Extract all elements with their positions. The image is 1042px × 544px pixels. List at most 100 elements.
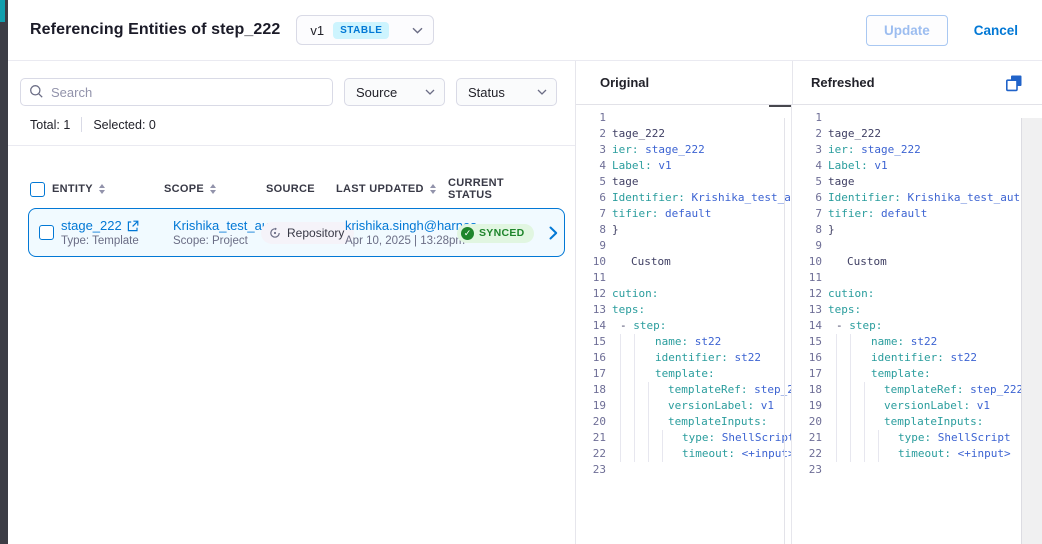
chevron-down-icon [412,27,423,34]
code-line: 23 [792,462,1042,478]
line-number: 10 [576,254,606,270]
sort-icon[interactable] [430,184,436,194]
copy-icon[interactable] [1005,74,1023,92]
line-number: 12 [792,286,822,302]
totals-divider [81,117,82,132]
code-line: 22timeout: <+input> [576,446,791,462]
indent-guide [648,398,649,414]
select-all-checkbox[interactable] [30,182,45,197]
code-line: 8} [792,222,1042,238]
column-header-scope[interactable]: SCOPE [164,183,266,195]
line-number: 12 [576,286,606,302]
line-number: 16 [576,350,606,366]
code-line: 5tage [576,174,791,190]
code-line: 11 [792,270,1042,286]
indent-guide [634,398,635,414]
check-circle-icon: ✓ [461,227,474,240]
scope-sub: Scope: Project [173,235,275,247]
chevron-down-icon [425,89,435,95]
indent-guide [850,382,851,398]
line-number: 23 [576,462,606,478]
indent-guide [864,398,865,414]
entity-list-panel: Source Status Total: 1 Selected: 0 ENTIT… [8,61,576,544]
code-line: 9 [792,238,1042,254]
entity-link[interactable]: stage_222 [61,218,122,233]
code-line: 4Label: v1 [792,158,1042,174]
indent-guide [864,446,865,462]
line-number: 15 [792,334,822,350]
search-input[interactable] [20,78,333,106]
original-editor[interactable]: 12tage_2223ier: stage_2224Label: v15tage… [576,104,792,544]
indent-guide [634,430,635,446]
indent-guide [620,366,621,382]
indent-guide [850,350,851,366]
sort-icon[interactable] [99,184,105,194]
line-number: 14 [576,318,606,334]
line-number: 18 [792,382,822,398]
indent-guide [662,430,663,446]
line-number: 13 [576,302,606,318]
code-line: 17template: [792,366,1042,382]
indent-guide [648,430,649,446]
indent-guide [620,398,621,414]
code-line: 6Identifier: Krishika_test_aut [792,190,1042,206]
version-select[interactable]: v1 STABLE [296,15,434,45]
code-line: 15name: st22 [792,334,1042,350]
indent-guide [634,334,635,350]
source-filter-select[interactable]: Source [344,78,445,106]
code-line: 12cution: [792,286,1042,302]
status-filter-select[interactable]: Status [456,78,557,106]
indent-guide [836,446,837,462]
code-line: 7tifier: default [576,206,791,222]
scrollbar-thumb[interactable] [769,104,791,107]
sort-icon[interactable] [210,184,216,194]
entity-cell: stage_222 Type: Template [61,218,173,247]
line-number: 23 [792,462,822,478]
code-line: 19versionLabel: v1 [792,398,1042,414]
entity-type: Type: Template [61,235,173,247]
indent-guide [634,350,635,366]
original-title: Original [600,75,649,90]
selected-count: Selected: 0 [93,118,156,132]
line-number: 15 [576,334,606,350]
refreshed-editor[interactable]: 12tage_2223ier: stage_2224Label: v15tage… [792,104,1042,544]
line-number: 21 [576,430,606,446]
external-link-icon [127,220,139,232]
scrollbar-gutter[interactable] [1021,118,1042,544]
source-filter-label: Source [356,85,397,100]
indent-guide [836,430,837,446]
line-number: 21 [792,430,822,446]
line-number: 16 [792,350,822,366]
update-button[interactable]: Update [866,15,948,46]
table-row[interactable]: stage_222 Type: Template Krishika_test_a… [28,208,565,257]
page-title: Referencing Entities of step_222 [30,21,280,39]
line-number: 13 [792,302,822,318]
indent-guide [836,366,837,382]
line-number: 22 [792,446,822,462]
code-line: 14- step: [792,318,1042,334]
repository-icon [269,227,281,239]
line-number: 4 [792,158,822,174]
column-header-last-updated[interactable]: LAST UPDATED [336,183,448,195]
indent-guide [620,430,621,446]
code-line: 3ier: stage_222 [792,142,1042,158]
indent-guide [620,350,621,366]
row-checkbox[interactable] [39,225,54,240]
column-header-entity[interactable]: ENTITY [52,183,164,195]
indent-guide [850,398,851,414]
status-badge: ✓ SYNCED [457,224,534,243]
indent-guide [850,430,851,446]
nav-accent-bar [0,0,5,22]
column-header-source: SOURCE [266,183,336,195]
line-number: 5 [576,174,606,190]
cancel-button[interactable]: Cancel [974,23,1018,38]
line-number: 22 [576,446,606,462]
source-badge-label: Repository [287,226,344,240]
indent-guide [620,414,621,430]
row-expand-button[interactable] [549,226,558,240]
code-line: 19versionLabel: v1 [576,398,791,414]
code-line: 23 [576,462,791,478]
original-header: Original [576,61,792,104]
line-number: 3 [792,142,822,158]
line-number: 5 [792,174,822,190]
